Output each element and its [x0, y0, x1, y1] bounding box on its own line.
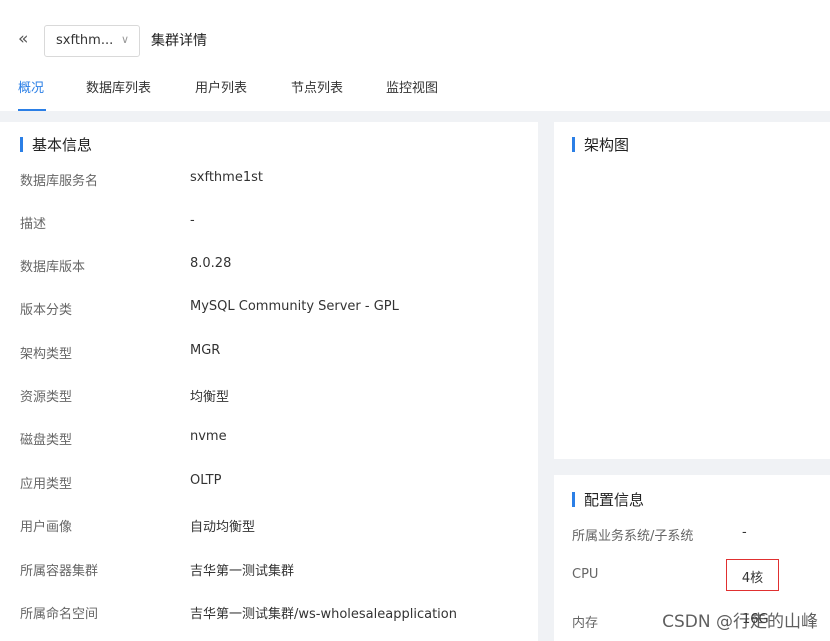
info-value: sxfthme1st — [190, 170, 263, 185]
info-row: 版本分类 MySQL Community Server - GPL — [20, 299, 520, 319]
info-label: 架构类型 — [20, 347, 73, 362]
cluster-selector[interactable]: sxfthm... ∨ — [44, 25, 140, 57]
config-row: CPU — [572, 567, 822, 587]
watermark: CSDN @行走的山峰 — [662, 612, 818, 632]
double-chevron-left-icon[interactable]: « — [18, 28, 36, 50]
config-value: - — [742, 525, 747, 540]
config-info-title: 配置信息 — [572, 489, 644, 510]
info-label: 用户画像 — [20, 520, 73, 535]
info-row: 资源类型 均衡型 — [20, 386, 520, 406]
info-value: 吉华第一测试集群 — [190, 564, 295, 579]
info-value: 吉华第一测试集群/ws-wholesaleapplication — [190, 607, 457, 622]
cpu-value-highlight: 4核 — [726, 559, 779, 591]
info-row: 用户画像 自动均衡型 — [20, 516, 520, 536]
info-value: - — [190, 213, 195, 228]
info-value: nvme — [190, 429, 227, 444]
info-label: 描述 — [20, 217, 47, 232]
cluster-selector-value: sxfthm... — [56, 33, 114, 48]
info-value: 自动均衡型 — [190, 520, 256, 535]
info-row: 数据库服务名 sxfthme1st — [20, 170, 520, 190]
page-title: 集群详情 — [151, 33, 207, 49]
info-label: 版本分类 — [20, 303, 73, 318]
info-label: 资源类型 — [20, 390, 73, 405]
info-value: OLTP — [190, 473, 222, 488]
info-value: MySQL Community Server - GPL — [190, 299, 399, 314]
info-value: 8.0.28 — [190, 256, 232, 271]
info-row: 磁盘类型 nvme — [20, 429, 520, 449]
tab-bar: 概况 数据库列表 用户列表 节点列表 监控视图 — [0, 77, 830, 111]
info-value: 均衡型 — [190, 390, 230, 405]
basic-info-title: 基本信息 — [20, 134, 92, 155]
tab-monitor-view[interactable]: 监控视图 — [386, 77, 438, 96]
info-label: 数据库服务名 — [20, 174, 99, 189]
tab-node-list[interactable]: 节点列表 — [291, 77, 343, 96]
info-row: 架构类型 MGR — [20, 343, 520, 363]
info-label: 磁盘类型 — [20, 433, 73, 448]
architecture-title: 架构图 — [572, 134, 629, 155]
config-label: 内存 — [572, 616, 599, 631]
architecture-panel — [554, 122, 830, 459]
tab-overview[interactable]: 概况 — [18, 77, 44, 96]
config-value: 4核 — [741, 571, 764, 586]
info-row: 所属命名空间 吉华第一测试集群/ws-wholesaleapplication — [20, 603, 520, 623]
info-label: 数据库版本 — [20, 260, 86, 275]
active-tab-indicator — [18, 109, 46, 111]
info-row: 所属容器集群 吉华第一测试集群 — [20, 560, 520, 580]
config-label: 所属业务系统/子系统 — [572, 529, 694, 544]
chevron-down-icon: ∨ — [120, 33, 129, 46]
info-value: MGR — [190, 343, 221, 358]
info-label: 所属命名空间 — [20, 607, 99, 622]
info-row: 应用类型 OLTP — [20, 473, 520, 493]
tab-user-list[interactable]: 用户列表 — [195, 77, 247, 96]
info-label: 所属容器集群 — [20, 564, 99, 579]
config-row: 所属业务系统/子系统 - — [572, 525, 822, 545]
tab-database-list[interactable]: 数据库列表 — [86, 77, 151, 96]
info-label: 应用类型 — [20, 477, 73, 492]
top-bar: « sxfthm... ∨ 集群详情 概况 数据库列表 用户列表 节点列表 监控… — [0, 0, 830, 111]
info-row: 数据库版本 8.0.28 — [20, 256, 520, 276]
config-label: CPU — [572, 567, 599, 582]
info-row: 描述 - — [20, 213, 520, 233]
